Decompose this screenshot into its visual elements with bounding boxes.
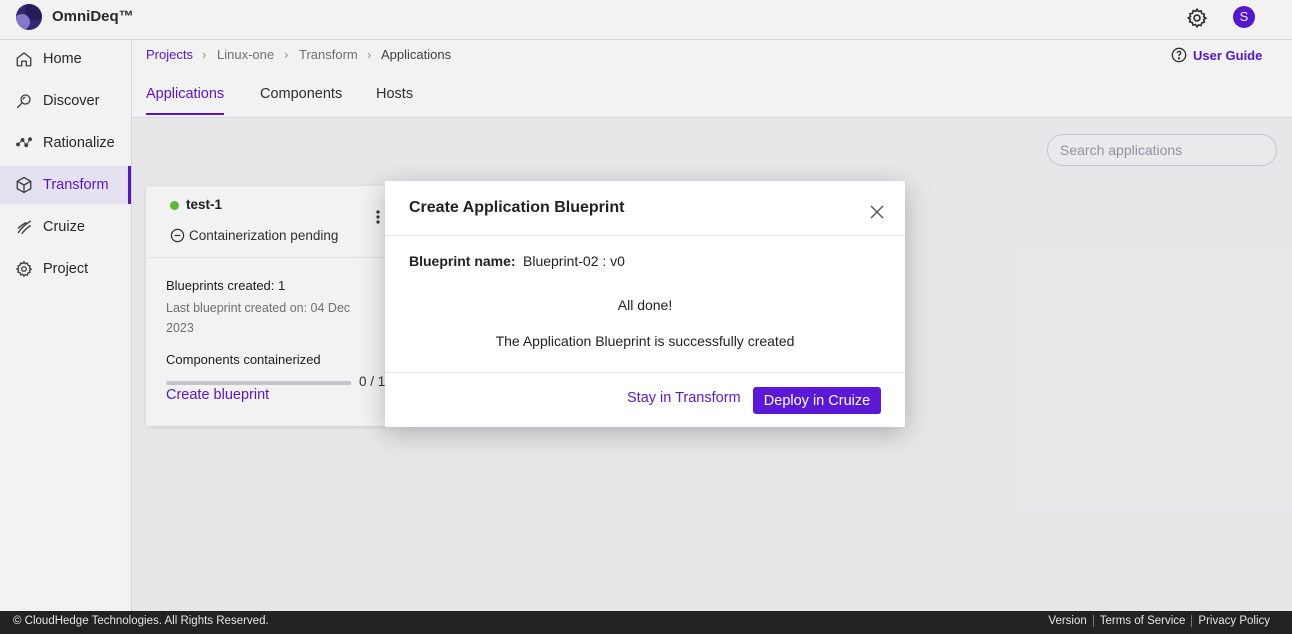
footer: © CloudHedge Technologies. All Rights Re…: [0, 611, 1292, 634]
copyright: © CloudHedge Technologies. All Rights Re…: [13, 615, 269, 627]
create-blueprint-dialog: Create Application Blueprint Blueprint n…: [385, 181, 905, 427]
done-message: All done!: [617, 297, 673, 313]
privacy-link[interactable]: Privacy Policy: [1191, 615, 1276, 627]
stay-in-transform-button[interactable]: Stay in Transform: [627, 390, 741, 406]
dialog-title: Create Application Blueprint: [409, 199, 625, 216]
dialog-footer: Stay in Transform Deploy in Cruize: [385, 372, 905, 427]
deploy-in-cruize-button[interactable]: Deploy in Cruize: [753, 387, 881, 414]
terms-link[interactable]: Terms of Service: [1092, 615, 1192, 627]
success-message: The Application Blueprint is successfull…: [495, 333, 795, 349]
dialog-header: Create Application Blueprint: [385, 181, 905, 236]
close-icon[interactable]: [869, 204, 885, 220]
blueprint-name-label: Blueprint name:: [409, 253, 516, 269]
version-link[interactable]: Version: [1042, 615, 1092, 627]
blueprint-name-value: Blueprint-02 : v0: [523, 253, 625, 269]
footer-links: Version Terms of Service Privacy Policy: [1042, 615, 1276, 627]
